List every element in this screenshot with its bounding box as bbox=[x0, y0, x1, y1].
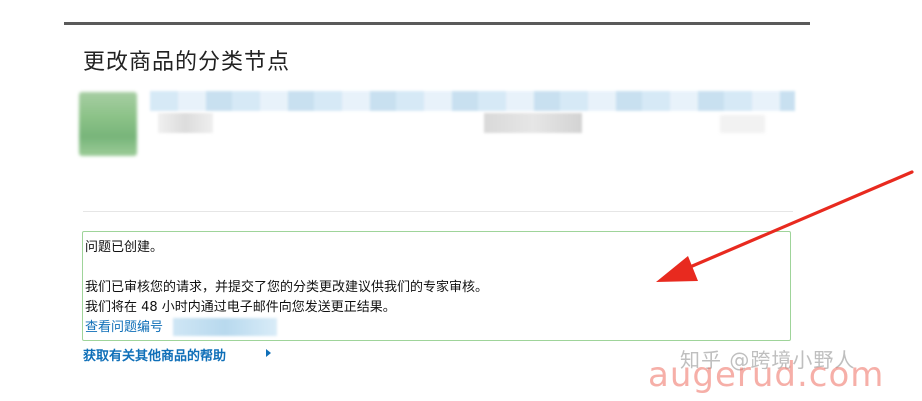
section-divider bbox=[83, 211, 793, 212]
page-title: 更改商品的分类节点 bbox=[83, 50, 291, 75]
message-status: 问题已创建。 bbox=[85, 240, 164, 255]
product-detail-blurred-2 bbox=[484, 113, 582, 133]
product-thumbnail-blurred bbox=[79, 92, 137, 156]
site-watermark: augerud.com bbox=[648, 355, 885, 395]
message-email-text: 我们将在 48 小时内通过电子邮件向您发送更正结果。 bbox=[85, 300, 396, 315]
product-detail-blurred-3 bbox=[720, 115, 765, 133]
top-rule bbox=[64, 22, 810, 25]
success-message-box: 问题已创建。 我们已审核您的请求，并提交了您的分类更改建议供我们的专家审核。 我… bbox=[82, 231, 791, 341]
message-review-text: 我们已审核您的请求，并提交了您的分类更改建议供我们的专家审核。 bbox=[85, 280, 489, 295]
chevron-right-icon bbox=[266, 349, 271, 357]
view-case-id-link[interactable]: 查看问题编号 bbox=[85, 316, 163, 335]
product-title-blurred bbox=[150, 91, 795, 111]
case-id-blurred bbox=[173, 318, 277, 336]
product-detail-blurred-1 bbox=[158, 113, 213, 133]
other-product-help-link[interactable]: 获取有关其他商品的帮助 bbox=[83, 345, 226, 364]
